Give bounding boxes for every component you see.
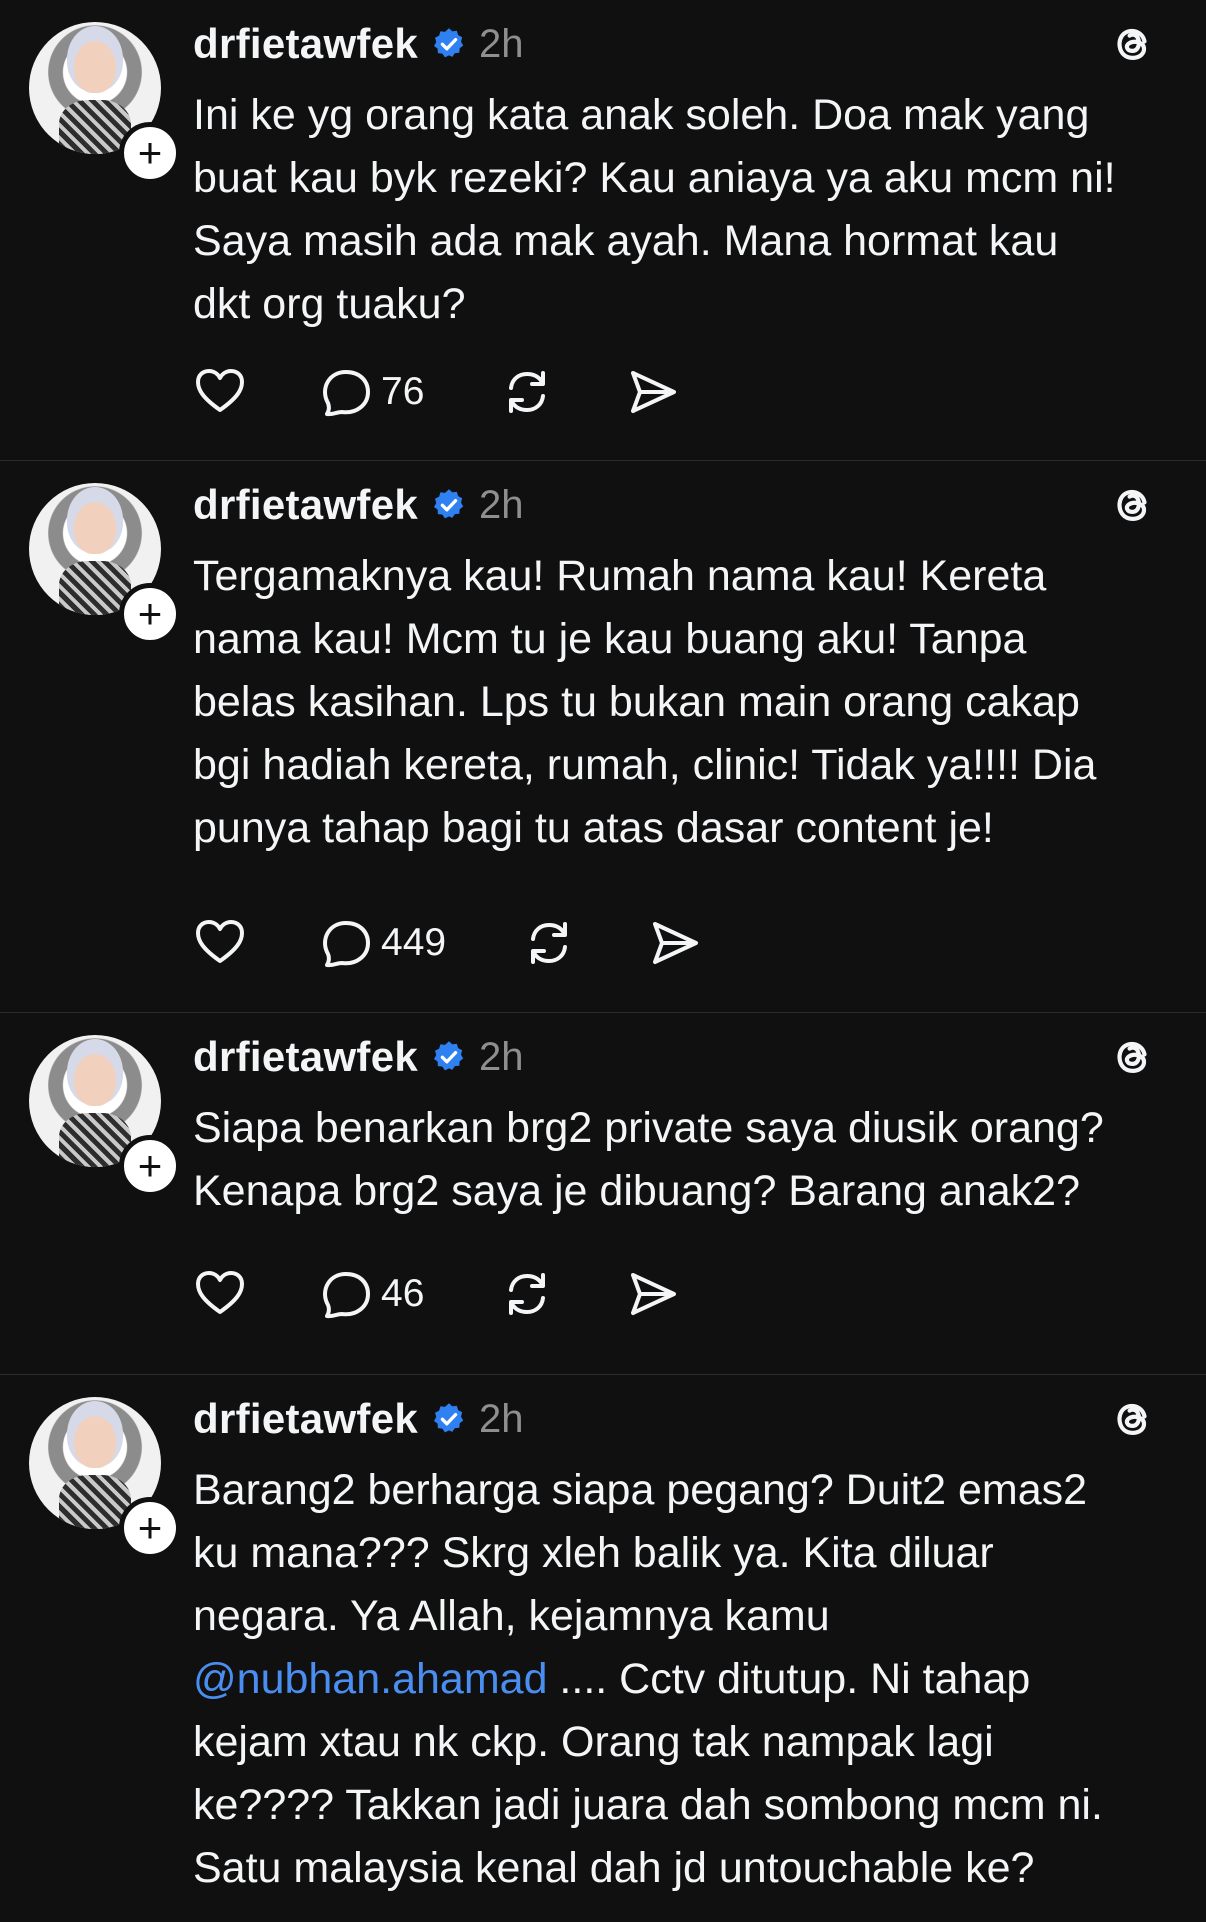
thread-post: + drfietawfek 2h Siapa benarkan brg2 pri… [0,1013,1206,1375]
comment-bubble-icon [323,370,370,417]
follow-plus-icon[interactable]: + [119,122,181,184]
post-time: 2h [479,1034,524,1079]
post-header: drfietawfek 2h [193,1031,524,1083]
post-text: Ini ke yg orang kata anak soleh. Doa mak… [193,91,1116,328]
repost-icon[interactable] [500,1267,554,1321]
follow-plus-icon[interactable]: + [119,1135,181,1197]
post-header: drfietawfek 2h [193,479,524,531]
username[interactable]: drfietawfek [193,1033,418,1081]
heart-icon[interactable] [193,365,247,419]
username[interactable]: drfietawfek [193,481,418,529]
reply-count: 76 [381,370,425,413]
threads-logo-icon[interactable] [1106,18,1156,68]
send-icon[interactable] [648,916,702,970]
comment-bubble-icon [323,1272,370,1319]
heart-icon[interactable] [193,916,247,970]
verified-badge-icon [434,1041,464,1071]
thread-post: + drfietawfek 2h Tergamaknya kau! Rumah … [0,461,1206,1013]
reply-button[interactable]: 449 [319,916,446,970]
thread-feed: + drfietawfek 2h Ini ke yg orang kata an… [0,0,1206,1921]
threads-logo-icon[interactable] [1106,479,1156,529]
post-header: drfietawfek 2h [193,18,524,70]
comment-bubble-icon [323,921,370,968]
mention-link[interactable]: @nubhan.ahamad [193,1655,547,1703]
post-header: drfietawfek 2h [193,1393,524,1445]
threads-logo-icon[interactable] [1106,1031,1156,1081]
profile-avatar[interactable]: + [29,1397,181,1559]
reply-button[interactable]: 46 [319,1267,424,1321]
post-time: 2h [479,482,524,527]
post-text: Tergamaknya kau! Rumah nama kau! Kereta … [193,552,1097,852]
post-time: 2h [479,21,524,66]
username[interactable]: drfietawfek [193,20,418,68]
reply-count: 46 [381,1272,425,1315]
follow-plus-icon[interactable]: + [119,1497,181,1559]
follow-plus-icon[interactable]: + [119,583,181,645]
post-actions: 46 [193,1265,680,1323]
post-text-before-mention: Barang2 berharga siapa pegang? Duit2 ema… [193,1466,1088,1640]
profile-avatar[interactable]: + [29,22,181,184]
threads-logo-icon[interactable] [1106,1393,1156,1443]
send-icon[interactable] [626,365,680,419]
thread-post: + drfietawfek 2h Ini ke yg orang kata an… [0,0,1206,461]
username[interactable]: drfietawfek [193,1395,418,1443]
post-text: Siapa benarkan brg2 private saya diusik … [193,1104,1104,1215]
verified-badge-icon [434,1403,464,1433]
profile-avatar[interactable]: + [29,483,181,645]
thread-post: + drfietawfek 2h Barang2 berharga siapa … [0,1375,1206,1921]
repost-icon[interactable] [500,365,554,419]
heart-icon[interactable] [193,1267,247,1321]
send-icon[interactable] [626,1267,680,1321]
post-actions: 449 [193,914,702,972]
post-actions: 76 [193,363,680,421]
post-text: Barang2 berharga siapa pegang? Duit2 ema… [193,1459,1176,1900]
reply-count: 449 [381,921,447,964]
profile-avatar[interactable]: + [29,1035,181,1197]
post-time: 2h [479,1396,524,1441]
verified-badge-icon [434,28,464,58]
verified-badge-icon [434,489,464,519]
reply-button[interactable]: 76 [319,365,424,419]
repost-icon[interactable] [522,916,576,970]
